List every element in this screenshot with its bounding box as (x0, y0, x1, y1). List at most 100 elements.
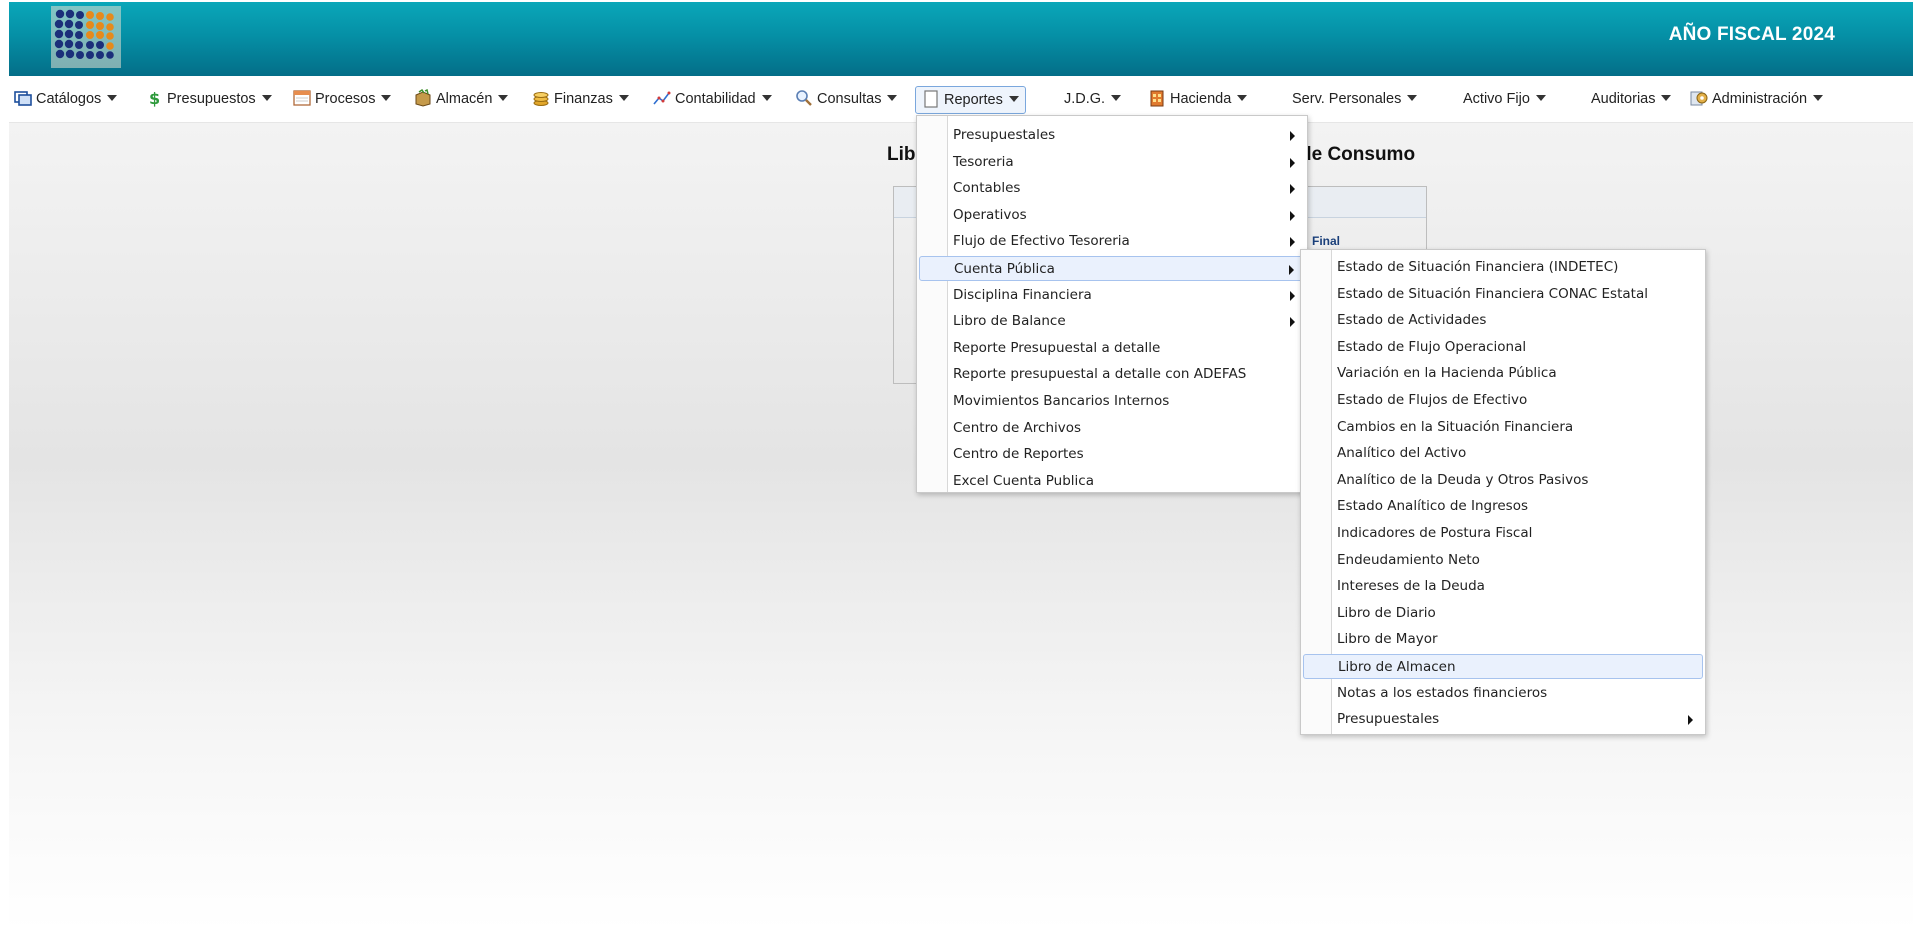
menu-procesos[interactable]: Procesos (293, 86, 392, 112)
chevron-right-icon (1290, 317, 1295, 328)
menu-item-label: Excel Cuenta Publica (953, 472, 1094, 489)
menu-finanzas[interactable]: Finanzas (532, 86, 629, 112)
menu-catalogos[interactable]: Catálogos (14, 86, 118, 112)
chevron-right-icon (1290, 184, 1295, 195)
menu-label: Hacienda (1170, 91, 1232, 107)
chevron-down-icon (1111, 95, 1122, 101)
menu-item-label: Estado de Situación Financiera CONAC Est… (1337, 285, 1648, 302)
reportes-item-reporte-presupuestal-a-detalle[interactable]: Reporte Presupuestal a detalle (919, 336, 1305, 361)
cuenta-publica-submenu: Estado de Situación Financiera (INDETEC)… (1300, 249, 1706, 735)
chevron-down-icon (1237, 95, 1248, 101)
menu-item-label: Movimientos Bancarios Internos (953, 393, 1170, 409)
menu-label: Procesos (315, 91, 376, 107)
menu-label: Almacén (436, 91, 493, 107)
reportes-item-centro-de-archivos[interactable]: Centro de Archivos (919, 416, 1305, 441)
menu-label: Activo Fijo (1463, 91, 1530, 107)
chevron-right-icon (1290, 290, 1295, 301)
menu-contabilidad[interactable]: Contabilidad (653, 86, 772, 112)
reportes-item-movimientos-bancarios-internos[interactable]: Movimientos Bancarios Internos (919, 389, 1305, 414)
chevron-down-icon (107, 95, 118, 101)
chevron-right-icon (1290, 210, 1295, 221)
menu-hacienda[interactable]: Hacienda (1148, 86, 1248, 112)
menu-auditorias[interactable]: Auditorias (1591, 86, 1672, 112)
reportes-item-libro-de-balance[interactable]: Libro de Balance (919, 309, 1305, 334)
menu-jdg[interactable]: J.D.G. (1064, 86, 1122, 112)
menu-item-label: Intereses de la Deuda (1337, 578, 1485, 595)
reportes-item-tesoreria[interactable]: Tesoreria (919, 150, 1305, 175)
cuenta-publica-item-estado-de-flujos-de-efectivo[interactable]: Estado de Flujos de Efectivo (1303, 388, 1703, 413)
fiscal-year-label: AÑO FISCAL 2024 (1668, 24, 1835, 45)
chart-icon (653, 91, 671, 105)
catalog-icon (14, 91, 32, 106)
chevron-down-icon (1008, 96, 1019, 102)
app-frame: AÑO FISCAL 2024 Catálogos $ Presupuestos … (9, 2, 1913, 931)
cuenta-publica-item-libro-de-diario[interactable]: Libro de Diario (1303, 601, 1703, 626)
menu-label: Presupuestos (167, 91, 256, 107)
menu-item-label: Disciplina Financiera (953, 286, 1092, 303)
document-icon (924, 90, 938, 108)
cuenta-publica-item-estado-de-situacion-financiera-indetec[interactable]: Estado de Situación Financiera (INDETEC) (1303, 255, 1703, 280)
menu-item-label: Reporte presupuestal a detalle con ADEFA… (953, 366, 1247, 383)
menu-item-label: Notas a los estados financieros (1337, 684, 1548, 701)
reportes-item-operativos[interactable]: Operativos (919, 203, 1305, 228)
menu-item-label: Estado de Flujos de Efectivo (1337, 392, 1528, 408)
chevron-right-icon (1289, 265, 1294, 275)
reportes-item-flujo-de-efectivo-tesoreria[interactable]: Flujo de Efectivo Tesoreria (919, 229, 1305, 254)
cuenta-publica-item-intereses-de-la-deuda[interactable]: Intereses de la Deuda (1303, 574, 1703, 599)
chevron-down-icon (761, 95, 772, 101)
chevron-down-icon (618, 95, 629, 101)
reportes-item-excel-cuenta-publica[interactable]: Excel Cuenta Publica (919, 469, 1305, 494)
menu-item-label: Cambios en la Situación Financiera (1337, 418, 1574, 435)
chevron-down-icon (1535, 95, 1546, 101)
menu-presupuestos[interactable]: $ Presupuestos (145, 86, 272, 112)
chevron-right-icon (1290, 157, 1295, 168)
cuenta-publica-item-estado-de-actividades[interactable]: Estado de Actividades (1303, 308, 1703, 333)
chevron-down-icon (1813, 95, 1824, 101)
menu-item-label: Flujo de Efectivo Tesoreria (953, 233, 1130, 250)
reportes-item-centro-de-reportes[interactable]: Centro de Reportes (919, 442, 1305, 467)
menu-activo-fijo[interactable]: Activo Fijo (1463, 86, 1546, 112)
menu-item-label: Libro de Mayor (1337, 631, 1438, 648)
reportes-item-cuenta-publica[interactable]: Cuenta Pública (919, 256, 1305, 281)
cuenta-publica-item-libro-de-mayor[interactable]: Libro de Mayor (1303, 627, 1703, 652)
menu-label: Consultas (817, 91, 882, 107)
menu-item-label: Tesoreria (953, 153, 1014, 170)
menu-administracion[interactable]: Administración (1690, 86, 1824, 112)
cuenta-publica-item-libro-de-almacen[interactable]: Libro de Almacen (1303, 654, 1703, 679)
reportes-item-presupuestales[interactable]: Presupuestales (919, 123, 1305, 148)
search-icon (796, 90, 812, 106)
menu-reportes[interactable]: Reportes (915, 86, 1026, 114)
menu-item-label: Contables (953, 180, 1021, 197)
menu-item-label: Centro de Reportes (953, 446, 1084, 463)
reportes-item-reporte-presupuestal-a-detalle-con-adefas[interactable]: Reporte presupuestal a detalle con ADEFA… (919, 362, 1305, 387)
chevron-down-icon (887, 95, 898, 101)
cuenta-publica-item-endeudamiento-neto[interactable]: Endeudamiento Neto (1303, 548, 1703, 573)
box-icon (415, 89, 431, 107)
menu-label: Reportes (944, 92, 1003, 108)
cuenta-publica-item-notas-a-los-estados-financieros[interactable]: Notas a los estados financieros (1303, 681, 1703, 706)
cuenta-publica-item-indicadores-de-postura-fiscal[interactable]: Indicadores de Postura Fiscal (1303, 521, 1703, 546)
menu-item-label: Estado de Flujo Operacional (1337, 338, 1527, 355)
menu-item-label: Presupuestales (953, 127, 1056, 143)
cuenta-publica-item-variacion-en-la-hacienda-publica[interactable]: Variación en la Hacienda Pública (1303, 361, 1703, 386)
cuenta-publica-item-analitico-de-la-deuda-y-otros-pasivos[interactable]: Analítico de la Deuda y Otros Pasivos (1303, 468, 1703, 493)
cuenta-publica-item-estado-de-situacion-financiera-conac-estatal[interactable]: Estado de Situación Financiera CONAC Est… (1303, 282, 1703, 307)
app-logo (51, 6, 121, 68)
reportes-item-disciplina-financiera[interactable]: Disciplina Financiera (919, 283, 1305, 308)
menu-serv-personales[interactable]: Serv. Personales (1292, 86, 1418, 112)
menu-almacen[interactable]: Almacén (414, 86, 509, 112)
cuenta-publica-item-analitico-del-activo[interactable]: Analítico del Activo (1303, 441, 1703, 466)
chevron-right-icon (1688, 715, 1693, 726)
chevron-right-icon (1290, 237, 1295, 248)
cuenta-publica-item-presupuestales[interactable]: Presupuestales (1303, 707, 1703, 732)
menu-item-label: Libro de Balance (953, 313, 1066, 330)
menu-item-label: Operativos (953, 206, 1027, 223)
svg-text:$: $ (149, 89, 160, 107)
coins-icon (533, 92, 549, 106)
reportes-item-contables[interactable]: Contables (919, 176, 1305, 201)
cuenta-publica-item-estado-de-flujo-operacional[interactable]: Estado de Flujo Operacional (1303, 335, 1703, 360)
menu-item-label: Endeudamiento Neto (1337, 551, 1480, 568)
menu-consultas[interactable]: Consultas (795, 86, 898, 112)
cuenta-publica-item-cambios-en-la-situacion-financiera[interactable]: Cambios en la Situación Financiera (1303, 415, 1703, 440)
cuenta-publica-item-estado-analitico-de-ingresos[interactable]: Estado Analítico de Ingresos (1303, 494, 1703, 519)
